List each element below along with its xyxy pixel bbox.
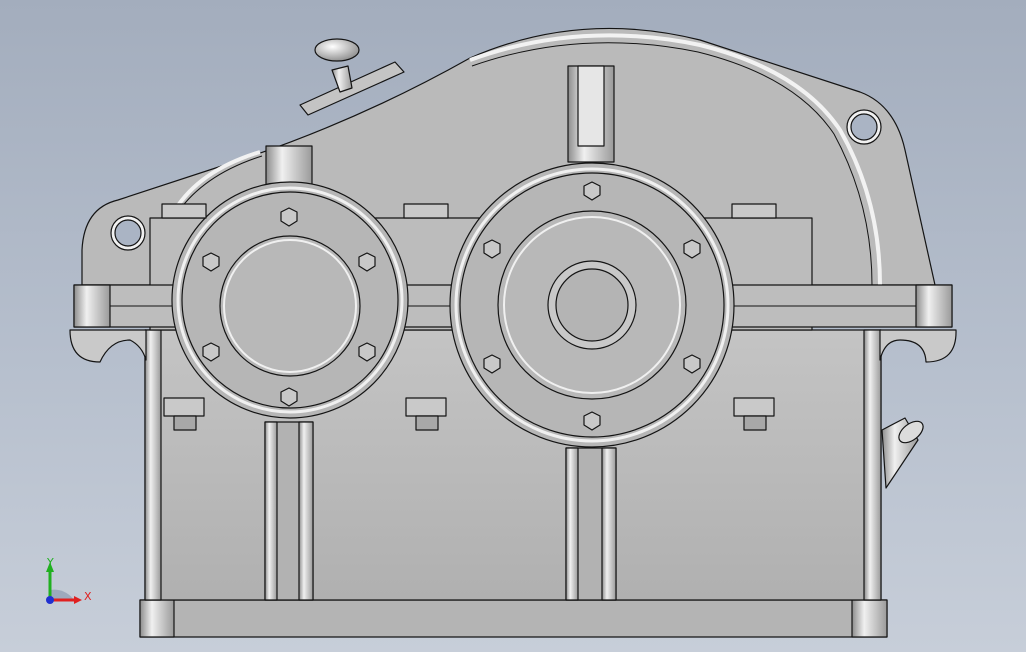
lifting-lug-left <box>110 215 146 251</box>
coordinate-triad: Y X <box>46 556 92 604</box>
lifting-lug-right <box>846 109 882 145</box>
oil-dipstick <box>881 417 924 489</box>
cad-viewport[interactable]: Y X <box>0 0 1026 652</box>
y-axis-label: Y <box>46 556 54 569</box>
gearbox-model[interactable]: Y X <box>0 0 1026 652</box>
base-plate <box>139 599 888 638</box>
shaft-bearing-cap-right <box>449 162 735 448</box>
z-axis-dot <box>46 596 54 604</box>
x-axis-label: X <box>84 590 92 603</box>
